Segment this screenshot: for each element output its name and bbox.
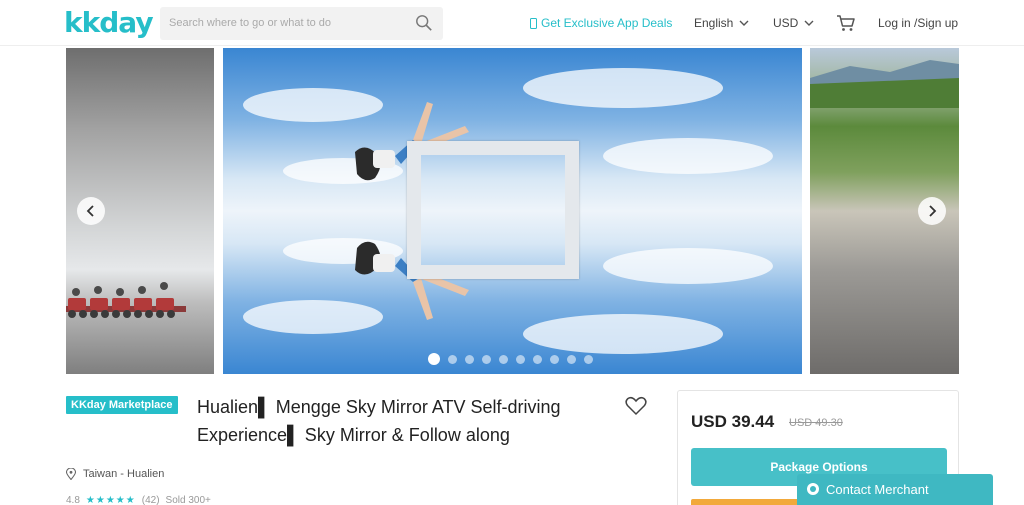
sold-count: Sold 300+ [165,495,211,505]
marketplace-badge: KKday Marketplace [66,396,178,414]
star-rating: ★★★★★ [85,495,136,505]
gallery-dot[interactable] [533,354,542,364]
current-price: USD 39.44 [691,412,775,431]
rating-value: 4.8 [66,495,80,505]
location-pin-icon [66,468,76,480]
language-label: English [694,16,734,30]
contact-merchant-label: Contact Merchant [826,482,929,497]
currency-selector[interactable]: USD [773,16,814,30]
gallery-dot[interactable] [550,354,559,364]
gallery-next-button[interactable] [918,197,946,225]
app-deals-label: Get Exclusive App Deals [541,16,673,30]
chevron-left-icon [86,205,94,217]
contact-merchant-button[interactable]: Contact Merchant [797,474,993,505]
gallery-dot[interactable] [584,354,593,364]
location-row: Taiwan - Hualien [66,468,164,480]
chat-icon [807,483,819,495]
photo-frame-prop [407,141,579,279]
language-selector[interactable]: English [694,16,749,30]
original-price: USD 49.30 [789,417,843,429]
gallery-dot[interactable] [465,354,474,364]
promo-banner[interactable] [691,499,811,505]
rating-row: 4.8 ★★★★★ (42) Sold 300+ [66,495,211,505]
chevron-down-icon [804,20,814,26]
login-signup-link[interactable]: Log in /Sign up [878,16,958,30]
cloud-shape [603,248,773,284]
atv-riders-image [66,282,186,318]
gallery-dot[interactable] [448,354,457,364]
gallery-dot[interactable] [499,354,508,364]
gallery-dot[interactable] [516,354,525,364]
top-header: kkday Search where to go or what to do G… [0,0,1024,46]
search-input[interactable]: Search where to go or what to do [169,17,331,29]
app-deals-link[interactable]: Get Exclusive App Deals [530,16,672,30]
gallery-dot[interactable] [428,353,440,365]
cloud-shape [523,314,723,354]
cloud-shape [603,138,773,174]
currency-label: USD [773,16,799,30]
cloud-shape [523,68,723,108]
chevron-down-icon [739,20,749,26]
review-count[interactable]: (42) [142,495,160,505]
mountain-image [810,60,959,108]
cart-icon[interactable] [836,13,856,33]
gallery-pagination [428,353,593,365]
gallery-dot[interactable] [482,354,491,364]
kkday-logo[interactable]: kkday [64,6,154,39]
chevron-right-icon [929,205,937,217]
product-title: Hualien▌ Mengge Sky Mirror ATV Self-driv… [197,397,561,445]
gallery-dot[interactable] [567,354,576,364]
image-gallery [0,48,1024,374]
search-bar[interactable]: Search where to go or what to do [160,7,443,40]
phone-icon [530,17,537,29]
heart-icon[interactable] [625,396,647,416]
location-text: Taiwan - Hualien [83,468,165,480]
gallery-slide-current[interactable] [223,48,802,374]
search-icon[interactable] [415,14,433,32]
gallery-prev-button[interactable] [77,197,105,225]
